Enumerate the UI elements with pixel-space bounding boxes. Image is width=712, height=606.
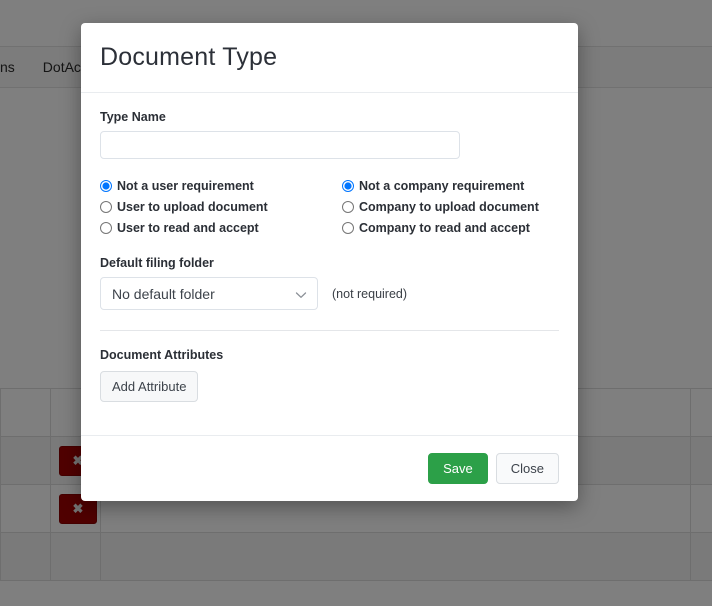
modal-header: Document Type — [81, 23, 578, 93]
modal-footer: Save Close — [81, 435, 578, 501]
radio-label-company-1[interactable]: Company to upload document — [359, 200, 539, 214]
radio-option-user-1[interactable]: User to upload document — [100, 200, 342, 214]
default-folder-block: Default filing folder No default folder … — [100, 256, 559, 310]
document-attributes-block: Document Attributes Add Attribute — [100, 348, 559, 402]
radio-label-company-2[interactable]: Company to read and accept — [359, 221, 530, 235]
radio-option-company-1[interactable]: Company to upload document — [342, 200, 559, 214]
type-name-label: Type Name — [100, 110, 166, 124]
radio-input-company-2[interactable] — [342, 222, 354, 234]
radio-option-company-2[interactable]: Company to read and accept — [342, 221, 559, 235]
modal-body: Type Name Not a user requirement Not a c… — [81, 93, 578, 435]
default-folder-label: Default filing folder — [100, 256, 214, 270]
save-button[interactable]: Save — [428, 453, 488, 484]
radio-option-user-0[interactable]: Not a user requirement — [100, 179, 342, 193]
section-divider — [100, 330, 559, 331]
radio-input-user-1[interactable] — [100, 201, 112, 213]
document-attributes-title: Document Attributes — [100, 348, 224, 362]
radio-option-company-0[interactable]: Not a company requirement — [342, 179, 559, 193]
radio-label-user-1[interactable]: User to upload document — [117, 200, 268, 214]
radio-input-company-1[interactable] — [342, 201, 354, 213]
default-folder-selected-value: No default folder — [112, 285, 215, 302]
type-name-input[interactable] — [100, 131, 460, 159]
radio-label-user-0[interactable]: Not a user requirement — [117, 179, 254, 193]
add-attribute-button[interactable]: Add Attribute — [100, 371, 199, 402]
radio-label-user-2[interactable]: User to read and accept — [117, 221, 259, 235]
chevron-down-icon — [295, 288, 307, 300]
radio-label-company-0[interactable]: Not a company requirement — [359, 179, 524, 193]
close-button[interactable]: Close — [495, 453, 559, 484]
modal-title: Document Type — [100, 43, 278, 71]
radio-option-user-2[interactable]: User to read and accept — [100, 221, 342, 235]
radio-input-user-0[interactable] — [100, 180, 112, 192]
requirements-grid: Not a user requirement Not a company req… — [100, 179, 559, 235]
radio-input-user-2[interactable] — [100, 222, 112, 234]
radio-input-company-0[interactable] — [342, 180, 354, 192]
document-type-modal: Document Type Type Name Not a user requi… — [81, 23, 578, 501]
default-folder-hint: (not required) — [332, 286, 408, 301]
default-folder-row: No default folder (not required) — [100, 277, 559, 310]
default-folder-select[interactable]: No default folder — [100, 277, 318, 310]
